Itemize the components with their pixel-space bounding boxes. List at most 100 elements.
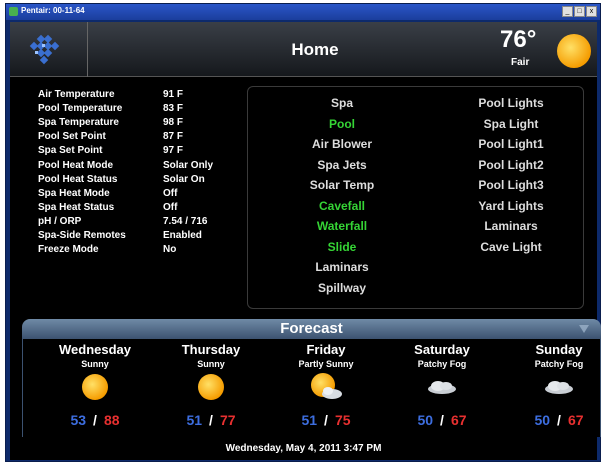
sun-icon bbox=[37, 372, 153, 402]
status-value: 7.54 / 716 bbox=[163, 215, 208, 227]
forecast-day-name: Saturday bbox=[414, 342, 470, 357]
forecast-header[interactable]: Forecast bbox=[22, 319, 601, 339]
forecast-day-name: Friday bbox=[306, 342, 346, 357]
control-air-blower-button[interactable]: Air Blower bbox=[282, 137, 402, 151]
control-solar-temp-button[interactable]: Solar Temp bbox=[282, 178, 402, 192]
forecast-high: 77 bbox=[219, 412, 236, 428]
forecast-panel: Wednesday Sunny 53 / 88 Thursday Sunny 51 / 77 Fri… bbox=[22, 339, 601, 437]
status-row: Spa Heat Status Off bbox=[38, 202, 248, 216]
status-label: Pool Set Point bbox=[38, 131, 106, 143]
header-bar: Home 76° Fair bbox=[10, 22, 597, 77]
control-laminars-button[interactable]: Laminars bbox=[282, 260, 402, 274]
forecast-temps: 51 / 77 bbox=[153, 412, 269, 428]
status-row: Spa Set Point 97 F bbox=[38, 145, 248, 159]
status-value: 97 F bbox=[163, 145, 184, 157]
forecast-day-name: Sunday bbox=[535, 342, 583, 357]
control-cave-light-button[interactable]: Cave Light bbox=[451, 240, 571, 254]
close-button[interactable]: x bbox=[586, 6, 597, 17]
control-slide-button[interactable]: Slide bbox=[282, 240, 402, 254]
forecast-day: Thursday Sunny 51 / 77 bbox=[153, 339, 269, 428]
chevron-down-icon[interactable] bbox=[577, 322, 591, 336]
control-pool-light3-button[interactable]: Pool Light3 bbox=[451, 178, 571, 192]
status-label: Air Temperature bbox=[38, 89, 115, 100]
status-row: pH / ORP 7.54 / 716 bbox=[38, 216, 248, 230]
minimize-button[interactable]: _ bbox=[562, 6, 573, 17]
control-spillway-button[interactable]: Spillway bbox=[282, 281, 402, 295]
current-condition: Fair bbox=[511, 57, 530, 68]
status-row: Pool Heat Mode Solar Only bbox=[38, 160, 248, 174]
status-row: Pool Heat Status Solar On bbox=[38, 174, 248, 188]
forecast-day-name: Wednesday bbox=[58, 342, 131, 357]
forecast-condition: Patchy Fog bbox=[417, 359, 467, 369]
forecast-day-name: Thursday bbox=[181, 342, 241, 357]
home-screen: Home 76° Fair Air Temperature 91 F Pool Te… bbox=[10, 22, 601, 460]
forecast-day: Saturday Patchy Fog 50 / 67 bbox=[384, 339, 500, 428]
forecast-temps: 51 / 75 bbox=[268, 412, 384, 428]
status-label: Spa Set Point bbox=[38, 145, 103, 157]
status-label: Pool Heat Status bbox=[38, 173, 118, 185]
temp-separator: / bbox=[93, 412, 97, 428]
control-pool-lights-button[interactable]: Pool Lights bbox=[451, 96, 571, 110]
status-label: Freeze Mode bbox=[38, 244, 99, 256]
app-window: Pentair: 00-11-64 _ □ x Home 76° Fair Ai… bbox=[5, 3, 601, 462]
status-value: 87 F bbox=[163, 131, 184, 143]
status-row: Pool Temperature 83 F bbox=[38, 103, 248, 117]
forecast-high: 75 bbox=[334, 412, 351, 428]
status-label: Spa Heat Mode bbox=[38, 187, 110, 199]
control-laminars-button[interactable]: Laminars bbox=[451, 219, 571, 233]
pentair-logo[interactable] bbox=[10, 22, 88, 77]
status-label: pH / ORP bbox=[38, 215, 82, 227]
control-cavefall-button[interactable]: Cavefall bbox=[282, 199, 402, 213]
forecast-condition: Sunny bbox=[197, 359, 225, 369]
fog-icon bbox=[501, 372, 605, 402]
forecast-condition: Partly Sunny bbox=[298, 359, 354, 369]
status-value: Enabled bbox=[163, 230, 202, 241]
status-value: Off bbox=[163, 187, 178, 199]
temp-separator: / bbox=[324, 412, 328, 428]
control-spa-jets-button[interactable]: Spa Jets bbox=[282, 158, 402, 172]
maximize-button[interactable]: □ bbox=[574, 6, 585, 17]
pentair-logo-icon bbox=[29, 34, 60, 65]
control-spa-button[interactable]: Spa bbox=[282, 96, 402, 110]
control-pool-light1-button[interactable]: Pool Light1 bbox=[451, 137, 571, 151]
status-value: 83 F bbox=[163, 103, 184, 115]
forecast-temps: 50 / 67 bbox=[384, 412, 500, 428]
forecast-low: 51 bbox=[301, 412, 318, 428]
app-icon bbox=[9, 7, 18, 16]
forecast-title: Forecast bbox=[280, 320, 343, 337]
window-title: Pentair: 00-11-64 bbox=[21, 6, 85, 15]
forecast-condition: Patchy Fog bbox=[534, 359, 584, 369]
control-pool-light2-button[interactable]: Pool Light2 bbox=[451, 158, 571, 172]
status-row: Freeze Mode No bbox=[38, 244, 248, 258]
status-value: Solar Only bbox=[163, 159, 214, 171]
date-time: Wednesday, May 4, 2011 3:47 PM bbox=[225, 443, 382, 454]
equipment-control-panel: Spa Pool Air Blower Spa Jets Solar Temp Cavef… bbox=[247, 86, 584, 309]
status-label: Spa-Side Remotes bbox=[38, 230, 126, 241]
forecast-low: 50 bbox=[534, 412, 551, 428]
status-value: No bbox=[163, 244, 177, 256]
forecast-temps: 50 / 67 bbox=[501, 412, 605, 428]
control-pool-button[interactable]: Pool bbox=[282, 117, 402, 131]
status-label: Spa Temperature bbox=[38, 117, 119, 129]
control-spa-light-button[interactable]: Spa Light bbox=[451, 117, 571, 131]
status-row: Pool Set Point 87 F bbox=[38, 131, 248, 145]
status-row: Spa Heat Mode Off bbox=[38, 188, 248, 202]
forecast-day: Friday Partly Sunny 51 / 75 bbox=[268, 339, 384, 428]
status-row: Spa-Side Remotes Enabled bbox=[38, 230, 248, 244]
forecast-low: 50 bbox=[417, 412, 434, 428]
forecast-high: 67 bbox=[567, 412, 584, 428]
control-waterfall-button[interactable]: Waterfall bbox=[282, 219, 402, 233]
forecast-high: 88 bbox=[103, 412, 120, 428]
forecast-low: 51 bbox=[186, 412, 203, 428]
sun-icon bbox=[153, 372, 269, 402]
control-yard-lights-button[interactable]: Yard Lights bbox=[451, 199, 571, 213]
status-row: Spa Temperature 98 F bbox=[38, 117, 248, 131]
forecast-temps: 53 / 88 bbox=[37, 412, 153, 428]
page-title: Home bbox=[291, 40, 339, 59]
status-value: 98 F bbox=[163, 117, 184, 129]
title-bar: Pentair: 00-11-64 _ □ x bbox=[6, 4, 600, 20]
status-label: Pool Heat Mode bbox=[38, 159, 114, 171]
fog-icon bbox=[384, 372, 500, 402]
temp-separator: / bbox=[440, 412, 444, 428]
temp-separator: / bbox=[557, 412, 561, 428]
